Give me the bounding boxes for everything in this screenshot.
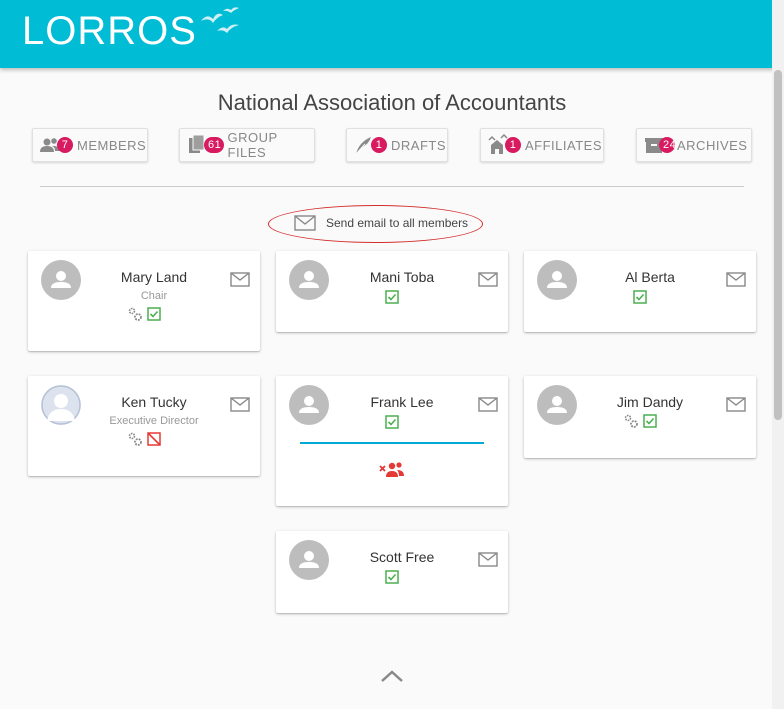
member-status — [276, 568, 508, 586]
member-status — [276, 288, 508, 306]
checkbox-checked-icon[interactable] — [385, 570, 399, 584]
scroll-to-top-button[interactable] — [380, 668, 404, 689]
send-email-all-button[interactable]: Send email to all members — [294, 215, 468, 231]
progress-bar — [300, 442, 484, 444]
scrollbar-thumb[interactable] — [774, 70, 782, 420]
mail-icon[interactable] — [230, 272, 250, 292]
organization-title: National Association of Accountants — [217, 90, 567, 115]
birds-logo-icon — [200, 7, 239, 33]
member-card[interactable]: Mani Toba — [276, 251, 508, 332]
member-status — [28, 430, 260, 448]
tab-group-files[interactable]: 61 GROUP FILES — [179, 128, 315, 162]
member-role: Chair — [140, 290, 168, 302]
group-files-count-badge: 61 — [204, 137, 224, 153]
member-status — [276, 413, 508, 431]
checkbox-checked-icon[interactable] — [633, 290, 647, 304]
member-name: Scott Free — [369, 549, 435, 565]
mail-icon[interactable] — [230, 397, 250, 417]
send-email-all-label: Send email to all members — [326, 216, 469, 230]
admin-gears-icon[interactable] — [127, 431, 143, 447]
tab-affiliates-label: AFFILIATES — [525, 137, 602, 153]
section-divider — [40, 186, 744, 187]
affiliates-count-badge: 1 — [505, 137, 521, 153]
admin-gears-icon[interactable] — [623, 413, 639, 429]
members-count-badge: 7 — [57, 137, 73, 153]
tab-affiliates[interactable]: 1 AFFILIATES — [480, 128, 604, 162]
member-role: Executive Director — [109, 415, 199, 427]
drafts-count-badge: 1 — [371, 137, 387, 153]
member-name: Ken Tucky — [121, 394, 187, 410]
member-name: Mary Land — [120, 269, 188, 285]
archives-count-badge: 24 — [659, 137, 676, 153]
tab-drafts-label: DRAFTS — [391, 137, 446, 153]
member-status — [524, 288, 756, 306]
tab-archives-label: ARCHIVES — [677, 137, 748, 153]
member-name: Jim Dandy — [616, 394, 684, 410]
remove-from-group-button[interactable] — [276, 460, 508, 483]
tab-members[interactable]: 7 MEMBERS — [32, 128, 148, 162]
member-name: Mani Toba — [369, 269, 435, 285]
checkbox-checked-icon[interactable] — [147, 307, 161, 321]
checkbox-checked-icon[interactable] — [385, 415, 399, 429]
member-name: Frank Lee — [370, 394, 434, 410]
remove-group-icon — [379, 462, 404, 477]
tab-group-files-label: GROUP FILES — [227, 130, 278, 160]
member-card[interactable]: Al Berta — [524, 251, 756, 332]
avatar-photo — [41, 385, 81, 425]
tab-members-label: MEMBERS — [77, 137, 147, 153]
checkbox-checked-icon[interactable] — [385, 290, 399, 304]
chevron-up-icon — [381, 670, 403, 682]
app-header: LORROS — [0, 0, 784, 68]
member-name: Al Berta — [625, 269, 675, 285]
logo-text: LORROS — [22, 9, 197, 53]
checkbox-crossed-icon[interactable] — [147, 432, 161, 446]
member-card[interactable]: Frank Lee — [276, 376, 508, 506]
member-card[interactable]: Jim Dandy — [524, 376, 756, 458]
lorros-logo[interactable]: LORROS — [22, 6, 241, 56]
checkbox-checked-icon[interactable] — [643, 414, 657, 428]
tab-drafts[interactable]: 1 DRAFTS — [346, 128, 448, 162]
mail-icon — [294, 215, 316, 231]
member-card[interactable]: Scott Free — [276, 531, 508, 613]
member-status — [524, 412, 756, 430]
member-card[interactable]: Mary Land Chair — [28, 251, 260, 351]
member-status — [28, 305, 260, 323]
avatar — [41, 260, 81, 300]
tab-archives[interactable]: 24 ARCHIVES — [636, 128, 752, 162]
admin-gears-icon[interactable] — [127, 306, 143, 322]
member-card[interactable]: Ken Tucky Executive Director — [28, 376, 260, 476]
